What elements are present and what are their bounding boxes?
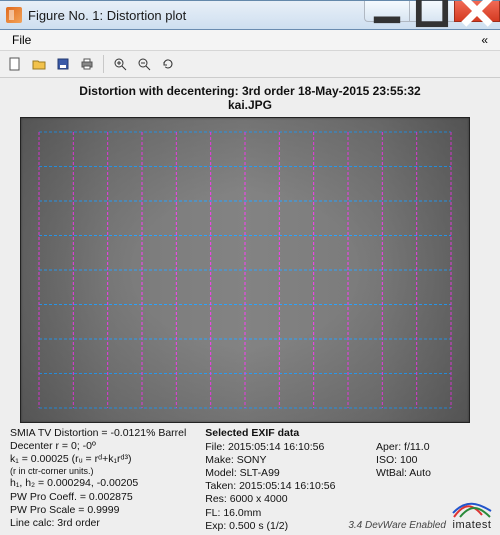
menu-file[interactable]: File — [6, 32, 37, 48]
zoom-out-icon[interactable] — [133, 53, 155, 75]
plot-area — [20, 117, 480, 423]
exif-make: Make: SONY — [205, 454, 368, 467]
figure-body: Distortion with decentering: 3rd order 1… — [0, 78, 500, 535]
plot-vignette — [21, 118, 469, 422]
exif-data: Selected EXIF data File: 2015:05:14 16:1… — [205, 427, 368, 533]
exif-res: Res: 6000 x 4000 — [205, 493, 368, 506]
figure-title: Distortion with decentering: 3rd order 1… — [10, 84, 490, 113]
exif-heading: Selected EXIF data — [205, 427, 368, 440]
window-title: Figure No. 1: Distortion plot — [28, 8, 186, 23]
menubar: File « — [0, 30, 500, 51]
figure-window: Figure No. 1: Distortion plot File « Dis… — [0, 0, 500, 533]
new-figure-icon[interactable] — [4, 53, 26, 75]
decenter: Decenter r = 0; -0º — [10, 440, 197, 453]
window-controls — [364, 1, 500, 21]
figure-title-line2: kai.JPG — [228, 98, 272, 112]
exif-model: Model: SLT-A99 — [205, 467, 368, 480]
pw-pro-scale: PW Pro Scale = 0.9999 — [10, 504, 197, 517]
line-calc: Line calc: 3rd order — [10, 517, 197, 530]
distortion-metrics: SMIA TV Distortion = -0.0121% Barrel Dec… — [10, 427, 197, 533]
print-icon[interactable] — [76, 53, 98, 75]
footer: 3.4 DevWare Enabled imatest — [348, 501, 492, 531]
exif-exp: Exp: 0.500 s (1/2) — [205, 520, 368, 533]
exif-fl: FL: 16.0mm — [205, 507, 368, 520]
menu-overflow[interactable]: « — [475, 32, 494, 48]
smia-tv-distortion: SMIA TV Distortion = -0.0121% Barrel — [10, 427, 197, 440]
rotate-icon[interactable] — [157, 53, 179, 75]
exif-taken: Taken: 2015:05:14 16:10:56 — [205, 480, 368, 493]
open-icon[interactable] — [28, 53, 50, 75]
h1-h2: h₁, h₂ = 0.000294, -0.00205 — [10, 477, 197, 490]
exif-file: File: 2015:05:14 16:10:56 — [205, 441, 368, 454]
imatest-text: imatest — [453, 519, 492, 531]
toolbar-separator — [103, 55, 104, 73]
distortion-plot[interactable] — [20, 117, 470, 423]
pw-pro-coeff: PW Pro Coeff. = 0.002875 — [10, 491, 197, 504]
exif-iso: ISO: 100 — [376, 454, 490, 467]
minimize-button[interactable] — [364, 1, 409, 22]
imatest-swoosh-icon — [452, 501, 492, 519]
zoom-in-icon[interactable] — [109, 53, 131, 75]
matlab-icon — [6, 7, 22, 23]
exif-aper: Aper: f/11.0 — [376, 441, 490, 454]
k1-coeff: k₁ = 0.00025 (rᵤ = rᵈ+k₁rᵈ³) — [10, 453, 197, 466]
maximize-button[interactable] — [409, 1, 454, 22]
save-icon[interactable] — [52, 53, 74, 75]
close-button[interactable] — [454, 1, 500, 22]
exif-wb: WtBal: Auto — [376, 467, 490, 480]
figure-title-line1: Distortion with decentering: 3rd order 1… — [79, 84, 420, 98]
toolbar — [0, 51, 500, 78]
titlebar[interactable]: Figure No. 1: Distortion plot — [0, 0, 500, 30]
imatest-logo: imatest — [452, 501, 492, 531]
r-units-note: (r in ctr-corner units.) — [10, 466, 197, 477]
devware-label: 3.4 DevWare Enabled — [348, 520, 446, 531]
